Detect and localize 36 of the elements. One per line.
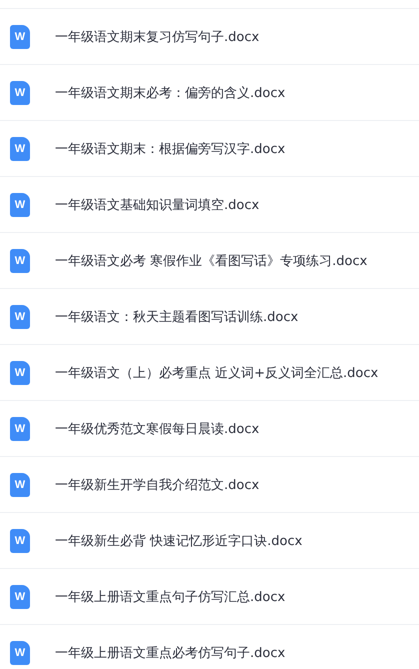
- file-row[interactable]: W 一年级语文：秋天主题看图写话训练.docx: [0, 288, 419, 344]
- file-name: 一年级语文基础知识量词填空.docx: [55, 196, 260, 214]
- word-document-icon: W: [10, 472, 30, 496]
- file-name: 一年级上册语文重点句子仿写汇总.docx: [55, 588, 286, 606]
- file-row[interactable]: W 一年级优秀范文寒假每日晨读.docx: [0, 400, 419, 456]
- word-document-icon: W: [10, 136, 30, 160]
- word-document-icon: W: [10, 248, 30, 272]
- file-name: 一年级语文期末：根据偏旁写汉字.docx: [55, 140, 286, 158]
- file-row[interactable]: W 一年级上册语文重点句子仿写汇总.docx: [0, 568, 419, 624]
- file-row[interactable]: W 一年级语文必考 寒假作业《看图写话》专项练习.docx: [0, 232, 419, 288]
- word-document-icon: W: [10, 80, 30, 104]
- file-row[interactable]: W 一年级新生必背 快速记忆形近字口诀.docx: [0, 512, 419, 568]
- file-name: 一年级语文期末必考：偏旁的含义.docx: [55, 84, 286, 102]
- word-document-icon: W: [10, 304, 30, 328]
- word-document-icon: W: [10, 192, 30, 216]
- file-name: 一年级语文（上）必考重点 近义词+反义词全汇总.docx: [55, 364, 378, 382]
- file-row[interactable]: W 一年级语文期末：根据偏旁写汉字.docx: [0, 120, 419, 176]
- file-name: 一年级语文必考 寒假作业《看图写话》专项练习.docx: [55, 252, 368, 270]
- word-document-icon: W: [10, 528, 30, 552]
- word-document-icon: W: [10, 24, 30, 48]
- file-name: 一年级上册语文重点必考仿写句子.docx: [55, 644, 286, 662]
- word-document-icon: W: [10, 360, 30, 384]
- file-name: 一年级语文：秋天主题看图写话训练.docx: [55, 308, 298, 326]
- file-name: 一年级新生开学自我介绍范文.docx: [55, 476, 260, 494]
- file-name: 一年级语文期末复习仿写句子.docx: [55, 28, 260, 46]
- file-row[interactable]: W 一年级语文期末必考：偏旁的含义.docx: [0, 64, 419, 120]
- file-row[interactable]: W 一年级上册语文重点必考仿写句子.docx: [0, 624, 419, 669]
- file-row[interactable]: W 一年级语文基础知识量词填空.docx: [0, 176, 419, 232]
- file-name: 一年级新生必背 快速记忆形近字口诀.docx: [55, 532, 302, 550]
- word-document-icon: W: [10, 416, 30, 440]
- file-name: 一年级优秀范文寒假每日晨读.docx: [55, 420, 260, 438]
- file-row[interactable]: W 一年级语文（上）必考重点 近义词+反义词全汇总.docx: [0, 344, 419, 400]
- word-document-icon: W: [10, 584, 30, 608]
- file-row[interactable]: W 一年级语文期末复习仿写句子.docx: [0, 8, 419, 64]
- word-document-icon: W: [10, 640, 30, 664]
- file-row[interactable]: W 一年级新生开学自我介绍范文.docx: [0, 456, 419, 512]
